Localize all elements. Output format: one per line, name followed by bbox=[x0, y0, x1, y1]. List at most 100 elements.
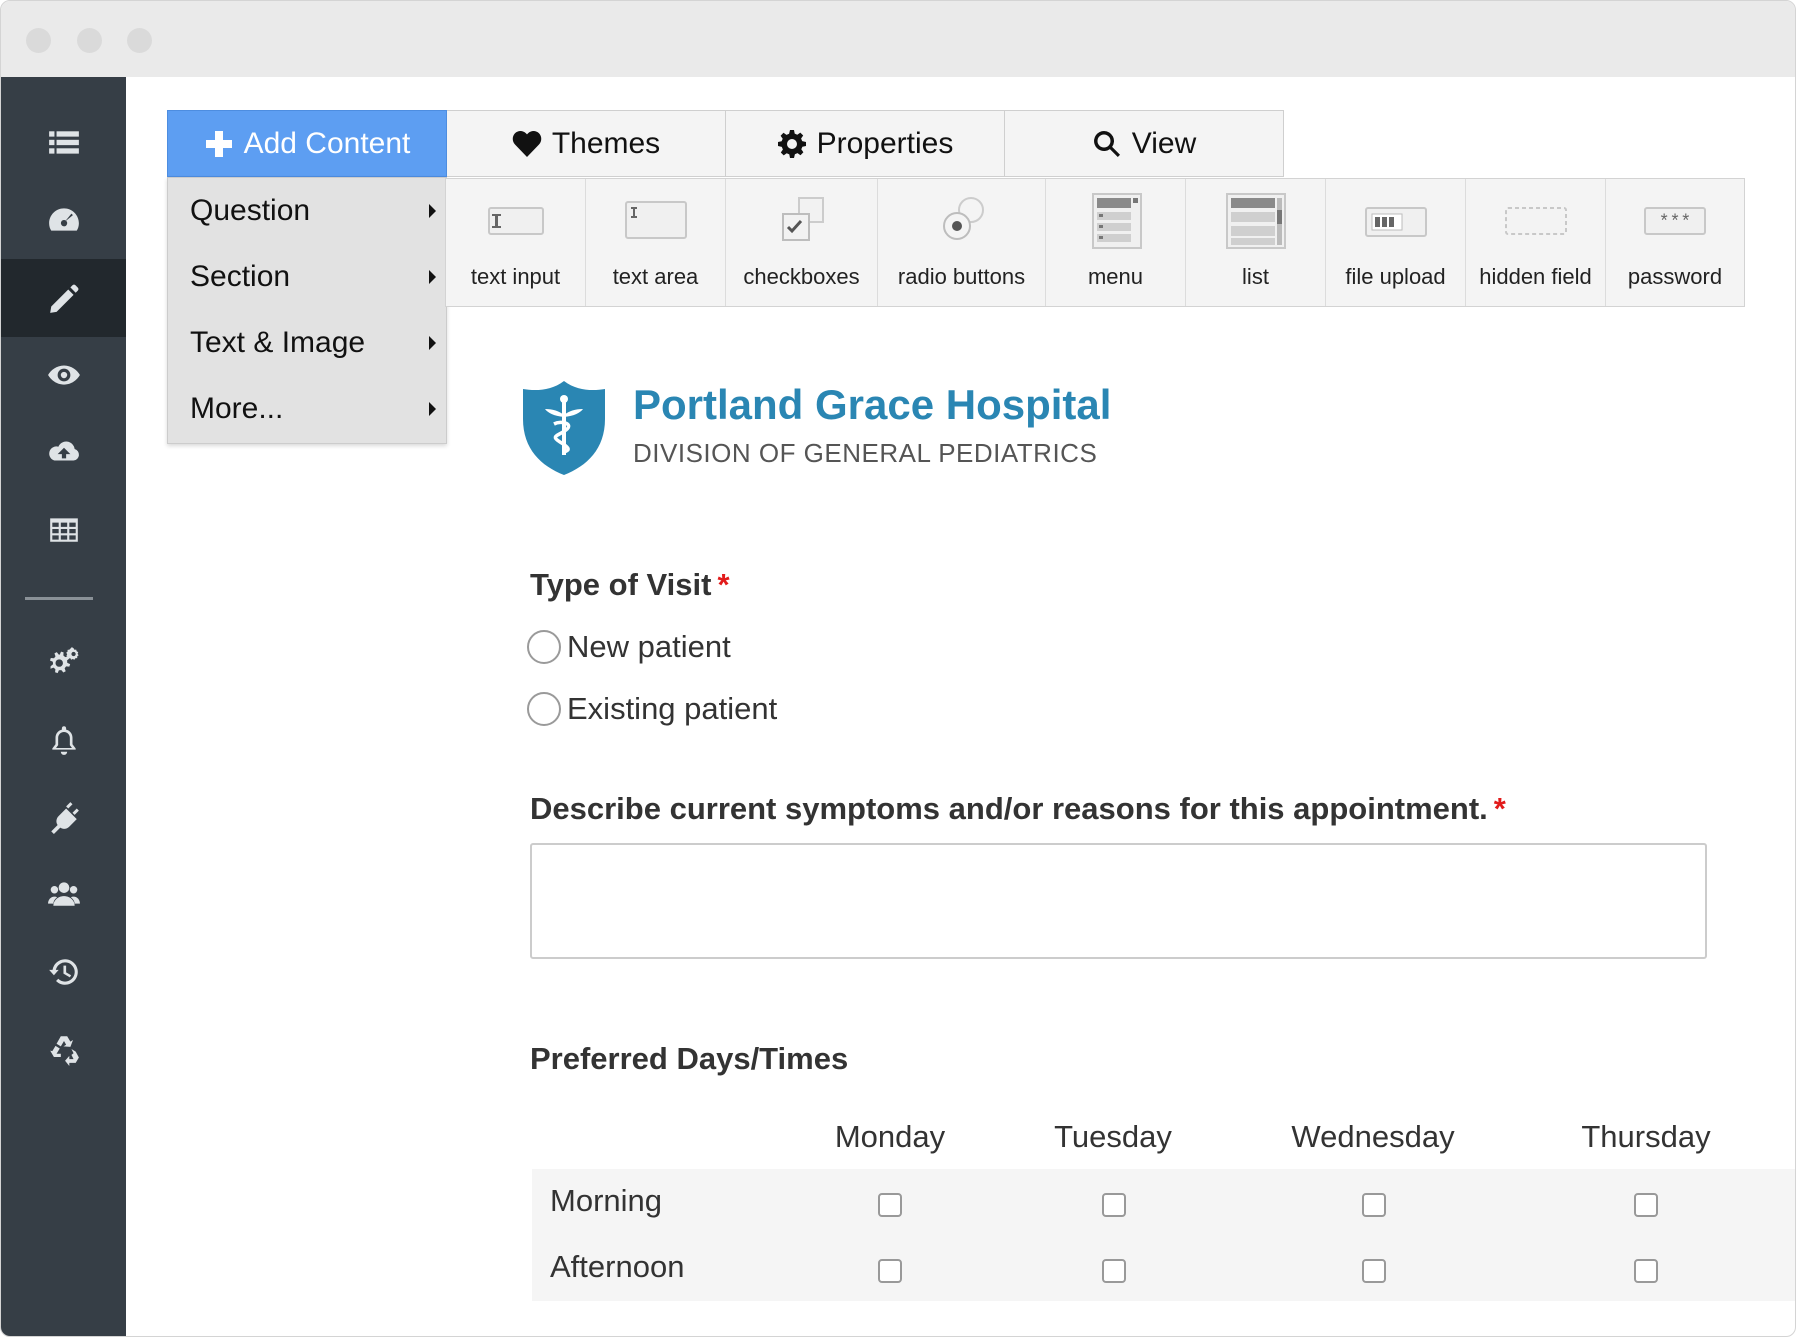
caret-right-icon bbox=[429, 204, 436, 218]
menu-item-label: Question bbox=[190, 194, 311, 227]
tool-label: checkboxes bbox=[743, 264, 860, 289]
checkbox-morning-wednesday[interactable] bbox=[1362, 1193, 1386, 1217]
org-subtitle: DIVISION OF GENERAL PEDIATRICS bbox=[633, 438, 1098, 468]
history-icon bbox=[48, 959, 78, 985]
question-label: Type of Visit bbox=[530, 567, 712, 602]
menu-item-label: Text & Image bbox=[190, 326, 366, 359]
radio-existing-patient[interactable]: Existing patient bbox=[527, 691, 777, 727]
menu-item-text-image[interactable]: Text & Image bbox=[168, 310, 446, 376]
tab-label: View bbox=[1131, 126, 1197, 160]
tab-themes[interactable]: Themes bbox=[447, 110, 726, 177]
question-symptoms: Describe current symptoms and/or reasons… bbox=[530, 791, 1506, 827]
checkboxes-icon bbox=[781, 197, 824, 241]
row-label: Morning bbox=[550, 1183, 662, 1218]
list-icon bbox=[48, 131, 79, 154]
maximize-window-button[interactable] bbox=[127, 28, 152, 53]
column-header-wednesday: Wednesday bbox=[1291, 1119, 1455, 1154]
sidebar-table-icon[interactable] bbox=[1, 491, 126, 569]
sidebar-cloud-upload-icon[interactable] bbox=[1, 413, 126, 491]
checkbox-afternoon-wednesday[interactable] bbox=[1362, 1259, 1386, 1283]
question-type-toolbar: text input text area checkboxes radio bu… bbox=[445, 178, 1745, 307]
radio-button[interactable] bbox=[527, 692, 561, 726]
checkbox-afternoon-thursday[interactable] bbox=[1634, 1259, 1658, 1283]
title-bar bbox=[1, 1, 1795, 77]
symptoms-textarea[interactable] bbox=[530, 843, 1707, 959]
users-icon bbox=[47, 882, 80, 906]
menu-item-label: Section bbox=[190, 260, 291, 293]
radio-label: New patient bbox=[567, 629, 731, 664]
tool-menu[interactable]: menu bbox=[1046, 179, 1186, 306]
tab-properties[interactable]: Properties bbox=[726, 110, 1005, 177]
tool-text-area[interactable]: text area bbox=[586, 179, 726, 306]
tool-label: radio buttons bbox=[897, 264, 1026, 289]
menu-item-section[interactable]: Section bbox=[168, 244, 446, 310]
tab-label: Themes bbox=[551, 126, 661, 160]
tab-add-content[interactable]: Add Content bbox=[167, 110, 447, 177]
table-icon bbox=[49, 518, 78, 542]
sidebar bbox=[1, 77, 126, 1336]
sidebar-plug-icon[interactable] bbox=[1, 778, 126, 856]
required-marker: * bbox=[717, 567, 730, 602]
sidebar-dashboard-icon[interactable] bbox=[1, 181, 126, 259]
radio-buttons-icon bbox=[942, 197, 984, 240]
sidebar-eye-icon[interactable] bbox=[1, 336, 126, 414]
tool-hidden-field[interactable]: hidden field bbox=[1466, 179, 1606, 306]
tool-text-input[interactable]: text input bbox=[446, 179, 586, 306]
tool-file-upload[interactable]: file upload bbox=[1326, 179, 1466, 306]
tool-radio-buttons[interactable]: radio buttons bbox=[878, 179, 1046, 306]
sidebar-list-icon[interactable] bbox=[1, 104, 126, 182]
close-window-button[interactable] bbox=[26, 28, 51, 53]
question-type-of-visit: Type of Visit * bbox=[530, 567, 730, 603]
gear-icon bbox=[777, 129, 806, 158]
checkbox-morning-thursday[interactable] bbox=[1634, 1193, 1658, 1217]
password-icon: *** bbox=[1644, 207, 1706, 235]
main-tabs: Add Content Themes Properties View bbox=[167, 110, 1284, 177]
sidebar-history-icon[interactable] bbox=[1, 933, 126, 1011]
file-upload-icon bbox=[1364, 207, 1427, 237]
plus-icon bbox=[205, 130, 232, 157]
tool-list[interactable]: list bbox=[1186, 179, 1326, 306]
tool-label: text area bbox=[612, 264, 699, 289]
menu-item-more[interactable]: More... bbox=[168, 376, 446, 442]
minimize-window-button[interactable] bbox=[77, 28, 102, 53]
tab-label: Properties bbox=[816, 126, 954, 160]
checkbox-afternoon-monday[interactable] bbox=[878, 1259, 902, 1283]
gears-icon bbox=[49, 647, 79, 674]
checkbox-morning-tuesday[interactable] bbox=[1102, 1193, 1126, 1217]
add-content-menu: Question Section Text & Image More... bbox=[167, 177, 447, 444]
tool-label: password bbox=[1627, 264, 1723, 289]
radio-new-patient[interactable]: New patient bbox=[527, 629, 731, 665]
caret-right-icon bbox=[429, 402, 436, 416]
sidebar-pencil-icon[interactable] bbox=[1, 259, 126, 337]
tool-password[interactable]: *** password bbox=[1606, 179, 1744, 306]
sidebar-recycle-icon[interactable] bbox=[1, 1010, 126, 1088]
menu-item-question[interactable]: Question bbox=[168, 178, 446, 244]
hospital-shield-logo bbox=[523, 381, 605, 475]
column-header-thursday: Thursday bbox=[1581, 1119, 1711, 1154]
tab-label: Add Content bbox=[243, 126, 411, 160]
text-input-icon bbox=[487, 207, 544, 235]
radio-button[interactable] bbox=[527, 630, 561, 664]
column-header-tuesday: Tuesday bbox=[1054, 1119, 1172, 1154]
text-area-icon bbox=[624, 201, 687, 239]
org-name: Portland Grace Hospital bbox=[633, 381, 1112, 428]
bell-icon bbox=[51, 726, 76, 755]
recycle-icon bbox=[49, 1036, 79, 1066]
tool-label: list bbox=[1242, 264, 1269, 289]
menu-icon bbox=[1091, 193, 1142, 249]
sidebar-users-icon[interactable] bbox=[1, 855, 126, 933]
sidebar-gears-icon[interactable] bbox=[1, 623, 126, 701]
grid-row-morning: Morning bbox=[532, 1169, 1795, 1235]
required-marker: * bbox=[1493, 791, 1506, 826]
hidden-field-icon bbox=[1504, 207, 1567, 235]
grid-row-afternoon: Afternoon bbox=[532, 1235, 1795, 1301]
sidebar-bell-icon[interactable] bbox=[1, 701, 126, 779]
tab-view[interactable]: View bbox=[1005, 110, 1284, 177]
tool-checkboxes[interactable]: checkboxes bbox=[726, 179, 878, 306]
question-label: Preferred Days/Times bbox=[530, 1041, 849, 1076]
row-label: Afternoon bbox=[550, 1249, 685, 1284]
checkbox-morning-monday[interactable] bbox=[878, 1193, 902, 1217]
heart-icon bbox=[512, 130, 542, 157]
question-label: Describe current symptoms and/or reasons… bbox=[530, 791, 1488, 826]
checkbox-afternoon-tuesday[interactable] bbox=[1102, 1259, 1126, 1283]
